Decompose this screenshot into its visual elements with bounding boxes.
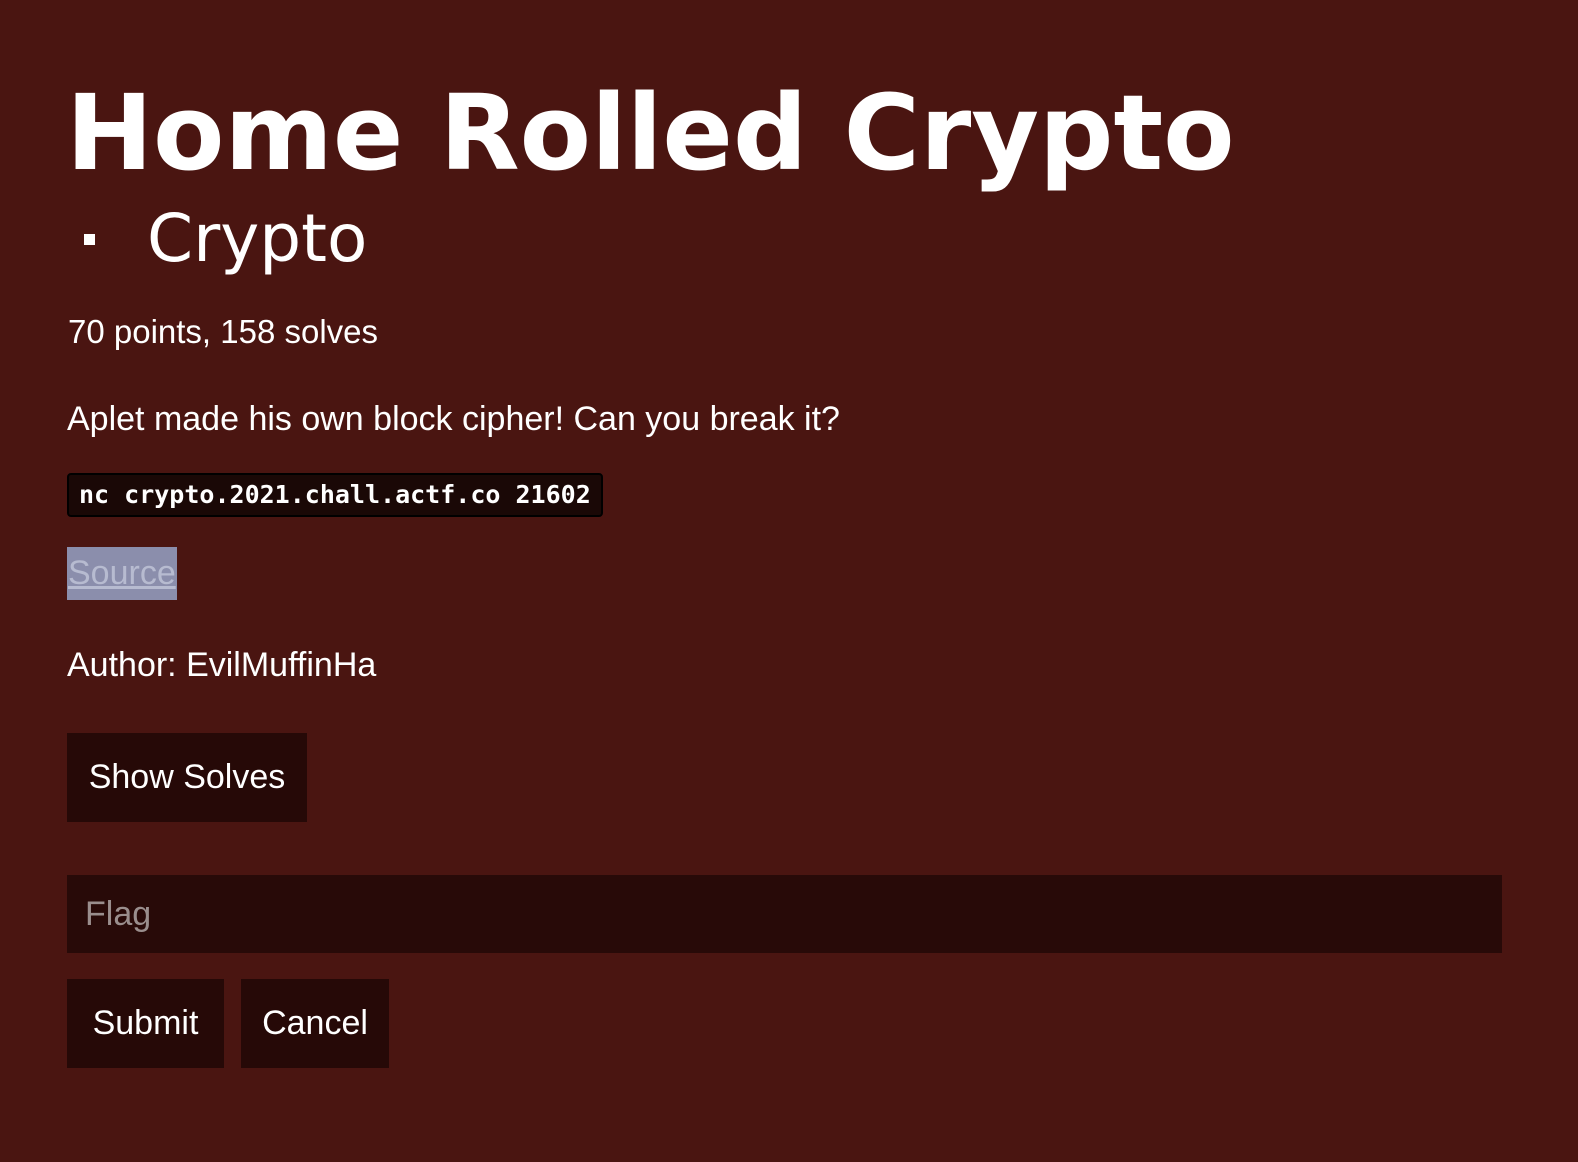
connection-command: nc crypto.2021.chall.actf.co 21602	[67, 473, 603, 517]
flag-input[interactable]	[67, 875, 1502, 953]
points-solves: 70 points, 158 solves	[68, 313, 379, 350]
category-list: Crypto	[66, 196, 367, 282]
source-link[interactable]: Source	[67, 547, 177, 600]
author-line: Author: EvilMuffinHa	[67, 646, 377, 684]
bullet-icon	[84, 233, 95, 245]
submit-button[interactable]: Submit	[67, 979, 224, 1068]
challenge-description: Aplet made his own block cipher! Can you…	[67, 400, 840, 438]
challenge-page: Home Rolled Crypto Crypto 70 points, 158…	[0, 0, 1578, 1162]
challenge-title: Home Rolled Crypto	[66, 72, 1235, 194]
category-item: Crypto	[66, 196, 367, 282]
show-solves-button[interactable]: Show Solves	[67, 733, 307, 822]
cancel-button[interactable]: Cancel	[241, 979, 389, 1068]
category-label: Crypto	[147, 200, 368, 277]
